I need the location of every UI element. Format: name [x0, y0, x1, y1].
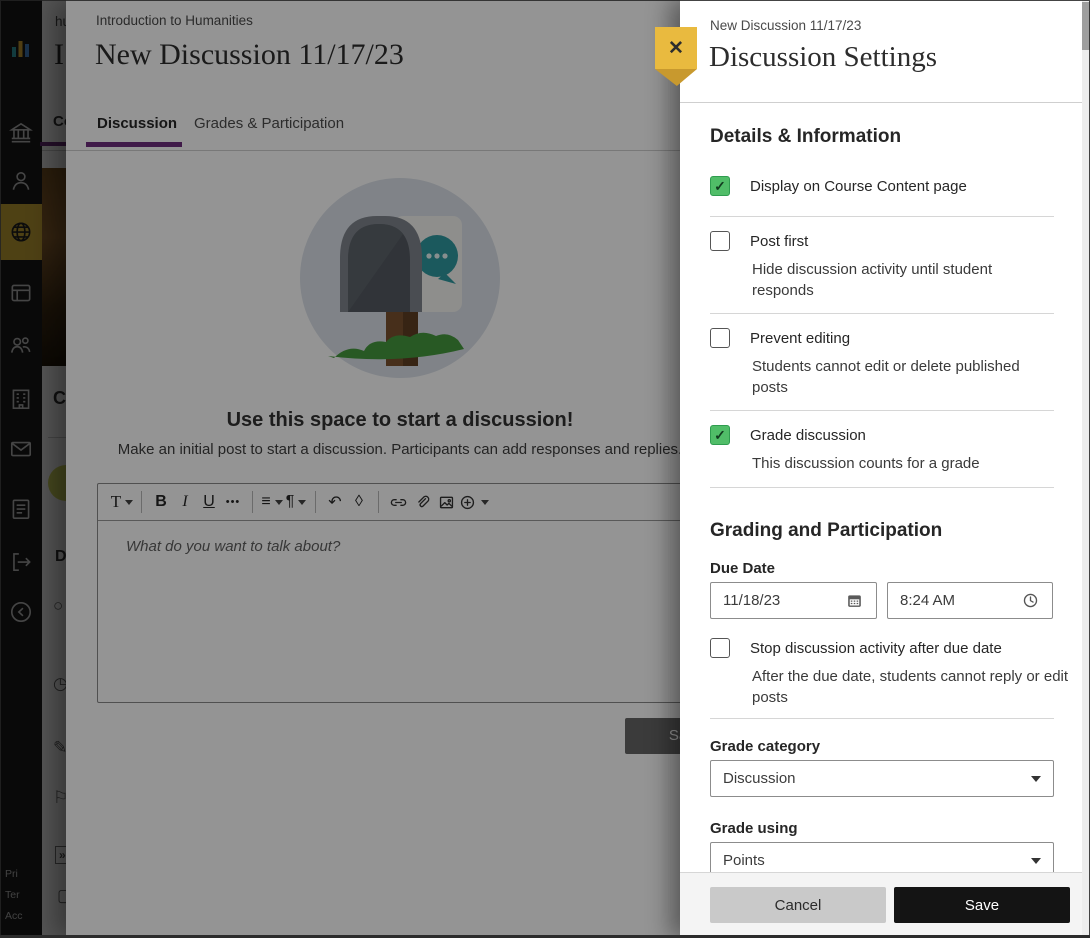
scrollbar-thumb[interactable] — [1082, 2, 1090, 50]
due-date-label: Due Date — [710, 560, 775, 577]
due-date-value: 11/18/23 — [723, 592, 780, 609]
row-divider — [710, 410, 1054, 411]
checkbox-post-first[interactable] — [710, 231, 730, 251]
save-button[interactable]: Save — [894, 887, 1070, 923]
discussion-settings-panel: ✕ New Discussion 11/17/23 Discussion Set… — [680, 0, 1090, 938]
scrollbar-track[interactable] — [1082, 0, 1090, 938]
due-time-value: 8:24 AM — [900, 592, 955, 609]
due-date-input[interactable]: 11/18/23 — [710, 582, 877, 619]
option-label: Display on Course Content page — [750, 178, 967, 195]
row-divider — [710, 216, 1054, 217]
option-description: Students cannot edit or delete published… — [752, 356, 1052, 398]
clock-icon[interactable] — [1021, 591, 1040, 610]
option-description: This discussion counts for a grade — [752, 453, 1052, 474]
checkbox-prevent-editing[interactable] — [710, 328, 730, 348]
option-label: Grade discussion — [750, 427, 866, 444]
option-grade-discussion: ✓ Grade discussion This discussion count… — [710, 425, 1058, 474]
option-description: After the due date, students cannot repl… — [752, 666, 1070, 708]
option-display-on-content: ✓ Display on Course Content page — [710, 176, 1058, 196]
settings-title: Discussion Settings — [709, 41, 937, 74]
grading-section-heading: Grading and Participation — [710, 520, 942, 542]
option-label: Prevent editing — [750, 330, 850, 347]
checkbox-grade-discussion[interactable]: ✓ — [710, 425, 730, 445]
row-divider — [710, 313, 1054, 314]
grade-using-label: Grade using — [710, 820, 798, 837]
header-divider — [680, 102, 1090, 103]
close-button[interactable]: ✕ — [655, 27, 697, 69]
calendar-icon[interactable] — [845, 591, 864, 610]
option-prevent-editing: Prevent editing Students cannot edit or … — [710, 328, 1058, 398]
row-divider — [710, 487, 1054, 488]
grade-category-select[interactable]: Discussion — [710, 760, 1054, 797]
cancel-button[interactable]: Cancel — [710, 887, 886, 923]
grade-category-value: Discussion — [723, 770, 796, 787]
option-label: Post first — [750, 233, 808, 250]
close-icon: ✕ — [668, 37, 684, 60]
option-label: Stop discussion activity after due date — [750, 640, 1002, 657]
grade-using-value: Points — [723, 852, 765, 869]
grade-category-label: Grade category — [710, 738, 820, 755]
checkbox-display-on-content[interactable]: ✓ — [710, 176, 730, 196]
due-time-input[interactable]: 8:24 AM — [887, 582, 1053, 619]
chevron-down-icon — [1031, 776, 1041, 782]
app-window: Pri Ter Acc hu I Co C D ○ ◷ ✎ ⚐ » ▢ Intr… — [0, 0, 1090, 938]
details-section-heading: Details & Information — [710, 126, 901, 148]
settings-footer: Cancel Save — [680, 872, 1090, 938]
checkbox-stop-after-due[interactable] — [710, 638, 730, 658]
option-description: Hide discussion activity until student r… — [752, 259, 1052, 301]
settings-context-label: New Discussion 11/17/23 — [710, 18, 861, 33]
checkmark-icon: ✓ — [714, 178, 726, 195]
row-divider — [710, 718, 1054, 719]
chevron-down-icon — [1031, 858, 1041, 864]
checkmark-icon: ✓ — [714, 427, 726, 444]
option-stop-after-due: Stop discussion activity after due date … — [710, 638, 1058, 708]
option-post-first: Post first Hide discussion activity unti… — [710, 231, 1058, 301]
